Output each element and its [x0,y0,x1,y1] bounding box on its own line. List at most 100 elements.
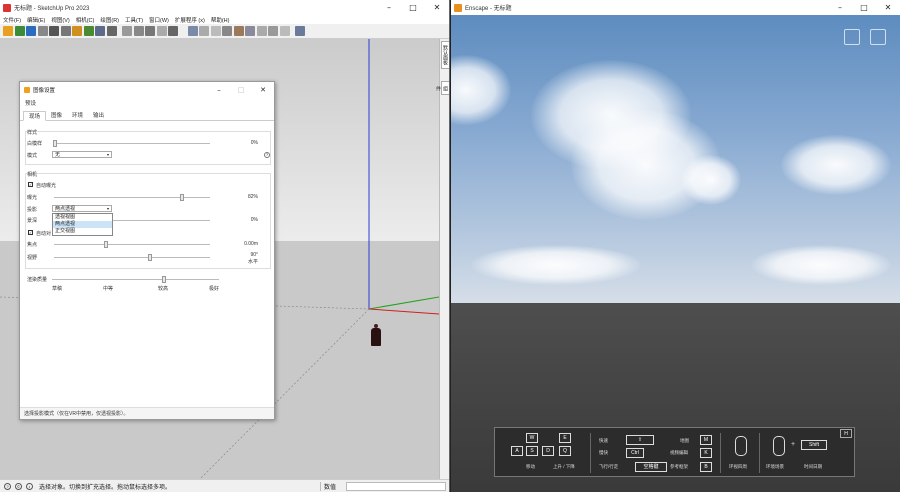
key-k: K [700,448,712,458]
mouse-right-icon [773,436,785,456]
quality-tick-high: 较高 [158,286,169,292]
enscape-start-icon[interactable] [3,26,13,36]
projection-select[interactable]: 两点透视 ▾ [52,205,112,212]
contrast-label: 白模样 [27,141,43,147]
dialog-minimize-button[interactable]: – [208,86,230,94]
dialog-icon [24,86,30,93]
tab-image[interactable]: 图像 [46,111,67,120]
upload-icon[interactable] [145,26,155,36]
tab-output[interactable]: 输出 [88,111,109,120]
menu-draw[interactable]: 绘图(R) [97,16,122,24]
asset-library-icon[interactable] [72,26,82,36]
layout-icon[interactable] [210,26,221,36]
menu-edit[interactable]: 编辑(E) [24,16,48,24]
exposure-label: 曝光 [27,195,38,201]
dialog-close-button[interactable]: ✕ [252,86,274,94]
tab-rendering[interactable]: 现场 [23,111,47,121]
red-axis [368,308,439,315]
capture-icon[interactable] [37,26,48,36]
menu-camera[interactable]: 相机(C) [73,16,98,24]
video-editor-label: 视频编辑 [670,450,688,455]
credit-icon[interactable]: © [15,482,22,490]
dialog-title: 图像设置 [33,87,56,94]
enscape-close-button[interactable]: ✕ [876,0,900,15]
tab-environment[interactable]: 环境 [67,111,88,120]
cube-view-icon[interactable] [844,29,860,45]
binoculars-icon[interactable] [870,29,886,45]
measurements-input[interactable] [346,481,446,491]
collab-icon[interactable] [156,26,167,36]
preset-label[interactable]: 预设 [25,99,274,107]
material-icon[interactable] [83,26,94,36]
exposure-value: 82% [247,194,258,200]
video-icon[interactable] [49,26,59,36]
maximize-button[interactable]: □ [401,0,425,15]
export-icon[interactable] [187,26,198,36]
dialog-hint: 选择投影模式（仅在VR中禁用，仅透视投影）。 [20,407,274,419]
camera-icon[interactable] [133,26,144,36]
menu-help[interactable]: 帮助(H) [208,16,233,24]
help-hide-key[interactable]: H [840,429,852,438]
mode-select[interactable]: 无 ▾ [52,151,112,158]
dialog-maximize-button[interactable]: □ [230,86,252,94]
enscape-maximize-button[interactable]: □ [852,0,876,15]
navigation-help-overlay: H W E A S D Q 移动 上升 / 下降 快速 ⇧ 慢快 Ctrl 飞行… [494,427,855,477]
look-around-label: 环视四周 [729,464,747,469]
user-icon[interactable]: • [26,482,33,490]
quality-tick-draft: 草稿 [52,286,63,292]
projection-option-two-point[interactable]: 两点透视 [53,221,112,228]
scale-figure[interactable] [371,324,381,346]
auto-focus-checkbox[interactable]: ✓ [28,230,33,235]
close-button[interactable]: ✕ [425,0,449,15]
projection-option-perspective[interactable]: 透视视图 [53,214,112,221]
enscape-sync-icon[interactable] [14,26,25,36]
focus-slider[interactable] [54,241,210,248]
grid-icon[interactable] [222,26,232,36]
enscape-view-icon[interactable] [26,26,36,36]
feedback-icon[interactable] [168,26,178,36]
toolbar [0,24,449,39]
fog-icon[interactable] [279,26,290,36]
print-icon[interactable] [199,26,209,36]
scene-icon[interactable] [245,26,255,36]
settings-icon[interactable] [95,26,105,36]
fov-mode[interactable]: 水平 [228,258,258,265]
measurements-label: 数值 [320,481,346,491]
menu-file[interactable]: 文件(F) [0,16,24,24]
projection-select-value: 两点透视 [55,206,76,212]
plus-sign: + [791,441,796,448]
fov-slider[interactable] [54,254,210,261]
help-icon[interactable]: ? [264,152,270,158]
auto-exposure-checkbox[interactable]: ✓ [28,182,33,187]
components-tab[interactable]: 组件 [435,81,449,95]
section-icon[interactable] [256,26,267,36]
enscape-minimize-button[interactable]: – [828,0,852,15]
default-tray-tab[interactable]: 默认面板 [441,41,449,69]
environment-label: 环境场景 [766,464,784,469]
bookmark-label: 参考框架 [670,464,688,469]
views-icon[interactable] [122,26,132,36]
warehouse-icon[interactable] [295,26,305,36]
key-shift-arrow: ⇧ [626,435,654,445]
menu-tools[interactable]: 工具(T) [122,16,146,24]
contrast-slider[interactable] [53,140,210,147]
key-a: A [511,446,523,456]
info-icon[interactable]: ? [4,482,11,490]
projection-option-orthographic[interactable]: 正交视图 [53,228,112,235]
menu-extensions[interactable]: 扩展程序 (x) [172,16,208,24]
key-shift: Shift [801,440,827,450]
enscape-titlebar: Enscape - 无标题 – □ ✕ [451,0,900,15]
style-icon[interactable] [233,26,244,36]
panorama-icon[interactable] [60,26,71,36]
quality-slider[interactable] [52,276,219,283]
status-message: 选择对象。切换到扩充选择。拖动鼠标选择多项。 [39,484,172,491]
shadow-icon[interactable] [268,26,278,36]
exposure-slider[interactable] [54,194,210,201]
key-q: Q [559,446,571,456]
minimize-button[interactable]: – [377,0,401,15]
audio-icon[interactable] [106,26,117,36]
depth-of-field-label: 景深 [27,218,38,224]
menu-view[interactable]: 视图(V) [48,16,72,24]
menu-window[interactable]: 窗口(W) [146,16,172,24]
enscape-render-view[interactable] [451,15,900,492]
